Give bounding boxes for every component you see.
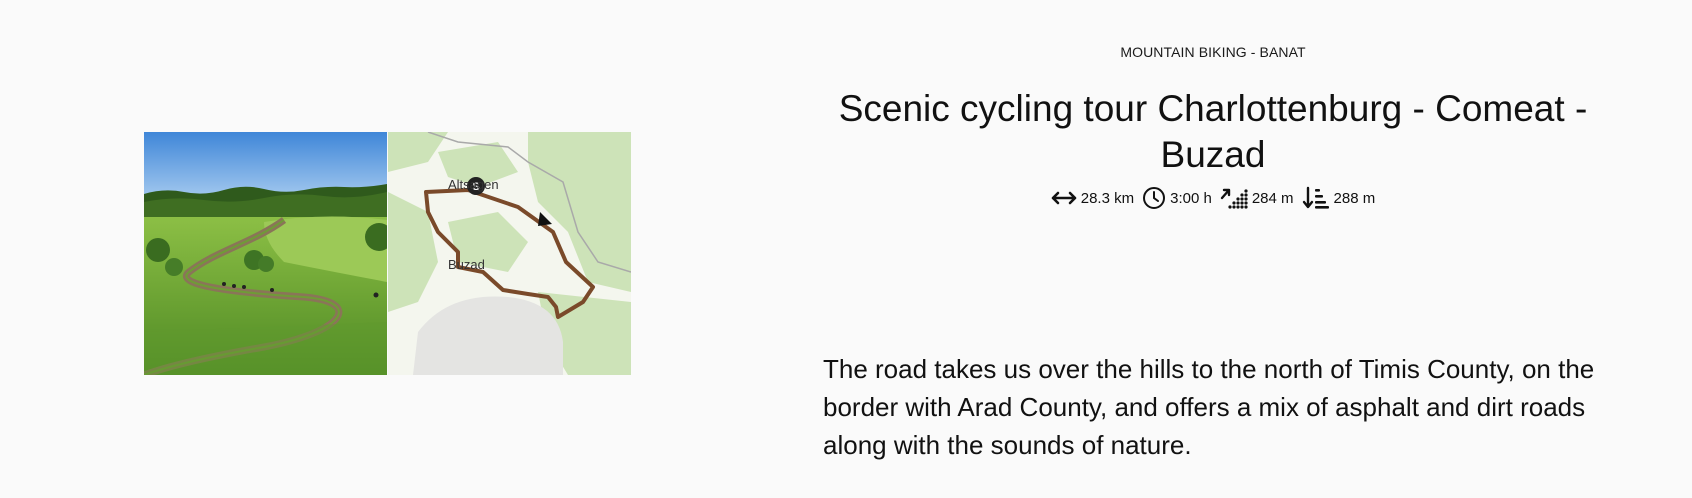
- stat-descent-value: 288 m: [1333, 189, 1376, 207]
- descent-icon: [1302, 186, 1329, 209]
- clock-icon: [1143, 187, 1166, 209]
- tour-photo[interactable]: [144, 132, 387, 375]
- stat-distance: 28.3 km: [1051, 189, 1134, 207]
- tour-category[interactable]: MOUNTAIN BIKING - BANAT: [823, 44, 1603, 60]
- map-label-end-town: Buzad: [448, 257, 485, 272]
- ascent-icon: [1220, 188, 1248, 209]
- tour-card: S Altsagen Buzad MOUNTAIN BIKING - BANAT…: [0, 0, 1692, 498]
- stat-distance-value: 28.3 km: [1080, 189, 1135, 207]
- tour-media[interactable]: S Altsagen Buzad: [144, 132, 631, 375]
- stat-ascent-value: 284 m: [1251, 189, 1294, 207]
- stat-duration-value: 3:00 h: [1170, 189, 1212, 207]
- stat-descent: 288 m: [1302, 186, 1376, 210]
- map-label-start-town: Altsagen: [448, 177, 499, 192]
- tour-stats: 28.3 km 3:00 h 284 m 288 m: [823, 186, 1603, 210]
- horizontal-arrows-icon: [1051, 191, 1077, 205]
- stat-ascent: 284 m: [1220, 186, 1294, 210]
- tour-title[interactable]: Scenic cycling tour Charlottenburg - Com…: [823, 86, 1603, 178]
- tour-route-map[interactable]: S Altsagen Buzad: [388, 132, 631, 375]
- tour-description: The road takes us over the hills to the …: [823, 354, 1595, 460]
- stat-duration: 3:00 h: [1142, 186, 1212, 210]
